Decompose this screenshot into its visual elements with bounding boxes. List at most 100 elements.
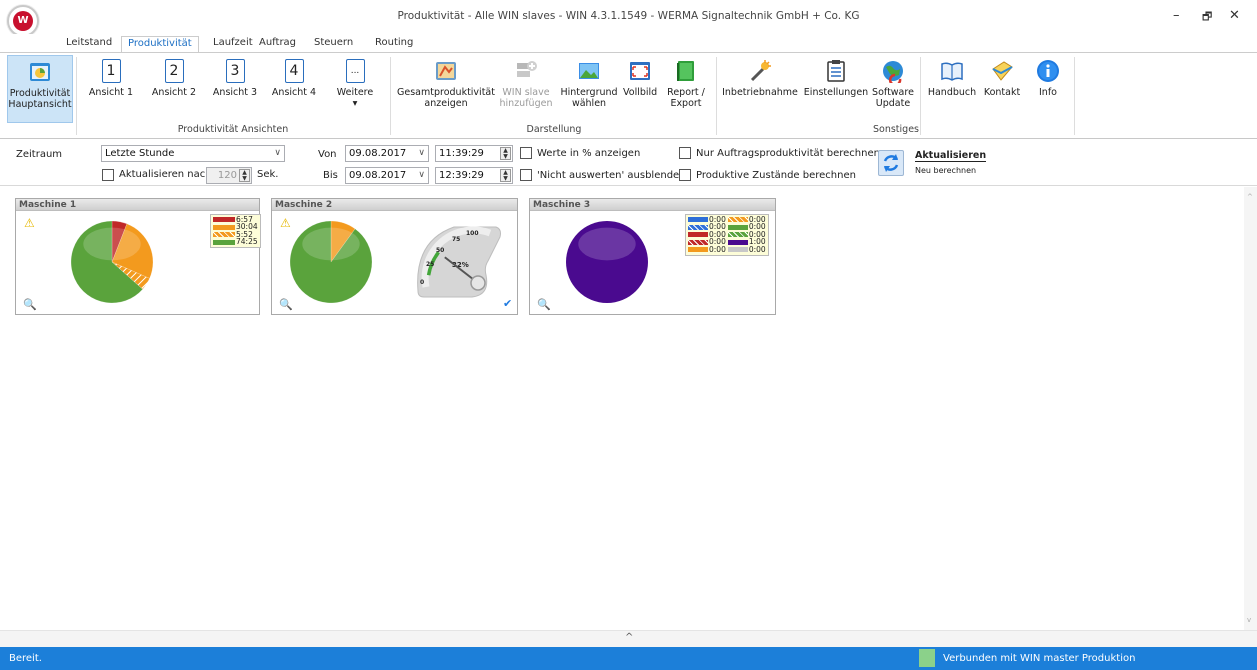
interval-spinner[interactable]: 120 ▲ ▼ bbox=[206, 167, 252, 184]
magic-wand-icon bbox=[750, 60, 771, 82]
nur-auftrag-checkbox[interactable] bbox=[679, 147, 691, 159]
separator bbox=[1074, 57, 1075, 135]
von-date-picker[interactable]: 09.08.2017 ∨ bbox=[345, 145, 429, 162]
sek-label: Sek. bbox=[257, 169, 279, 180]
legend-swatch bbox=[727, 217, 748, 223]
scroll-up-icon[interactable]: ^ bbox=[1247, 193, 1253, 201]
machine-panel-1[interactable]: Maschine 1 ⚠ 6:57 30:04 5:52 74:25 🔍 bbox=[15, 198, 261, 315]
pie-slices bbox=[289, 220, 373, 304]
tab-laufzeit[interactable]: Laufzeit bbox=[207, 36, 259, 52]
bis-label: Bis bbox=[323, 170, 338, 181]
gauge-tick: 75 bbox=[452, 236, 460, 243]
gesamtproduktivitaet-button[interactable]: Gesamtproduktivität anzeigen bbox=[396, 55, 496, 123]
legend-swatch bbox=[727, 224, 748, 230]
win-slave-hinzufuegen-button[interactable]: WIN slave hinzufügen bbox=[498, 55, 554, 123]
tab-routing[interactable]: Routing bbox=[369, 36, 419, 52]
machine-panel-3[interactable]: Maschine 3 0:00 0:00 0:00 0:00 0:00 0:00… bbox=[529, 198, 776, 315]
chevron-up-icon[interactable]: ^ bbox=[625, 632, 633, 643]
ansicht-3-button[interactable]: 3 Ansicht 3 bbox=[206, 55, 264, 123]
group-label-darstellung: Darstellung bbox=[526, 124, 582, 135]
weitere-ansichten-button[interactable]: ... Weitere ▾ bbox=[330, 55, 380, 123]
info-icon bbox=[1037, 60, 1059, 82]
main-view-icon bbox=[30, 63, 50, 81]
vertical-scrollbar[interactable]: ^ v bbox=[1244, 187, 1257, 630]
background-icon bbox=[579, 63, 599, 79]
machine-panel-2[interactable]: Maschine 2 ⚠ 0 25 50 75 100 32% 🔍 ✔ bbox=[271, 198, 518, 315]
legend-swatch bbox=[213, 239, 235, 245]
title-bar: W Produktivität - Alle WIN slaves - WIN … bbox=[0, 0, 1257, 37]
software-update-button[interactable]: Software Update bbox=[871, 55, 915, 123]
app-window: W Produktivität - Alle WIN slaves - WIN … bbox=[0, 0, 1257, 670]
connection-status: Verbunden mit WIN master Produktion bbox=[943, 653, 1136, 664]
pie-highlight bbox=[302, 227, 360, 261]
view-2-icon: 2 bbox=[164, 59, 184, 83]
pie-chart bbox=[289, 220, 373, 304]
spinner-arrows-icon[interactable]: ▲ ▼ bbox=[500, 169, 511, 182]
refresh-icon bbox=[883, 154, 899, 172]
tab-produktivitaet[interactable]: Produktivität bbox=[121, 36, 199, 52]
aktualisieren-checkbox[interactable] bbox=[102, 169, 114, 181]
report-export-button[interactable]: Report / Export bbox=[662, 55, 710, 123]
zeitraum-select[interactable]: Letzte Stunde ∨ bbox=[101, 145, 285, 162]
machine-title: Maschine 2 bbox=[272, 199, 517, 211]
werte-prozent-checkbox[interactable] bbox=[520, 147, 532, 159]
status-bar: Bereit. Verbunden mit WIN master Produkt… bbox=[0, 647, 1257, 670]
report-icon bbox=[677, 61, 694, 81]
magnifier-icon[interactable]: 🔍 bbox=[279, 298, 293, 311]
group-label-sonstiges: Sonstiges bbox=[872, 124, 919, 135]
ansicht-2-button[interactable]: 2 Ansicht 2 bbox=[145, 55, 203, 123]
restore-icon[interactable]: 🗗 bbox=[1202, 8, 1212, 27]
hintergrund-waehlen-button[interactable]: Hintergrund wählen bbox=[558, 55, 620, 123]
dropdown-arrow-icon: ▾ bbox=[352, 98, 358, 109]
gauge-tick: 50 bbox=[436, 247, 444, 254]
legend-swatch bbox=[688, 224, 708, 230]
separator bbox=[76, 57, 77, 135]
bis-date-picker[interactable]: 09.08.2017 ∨ bbox=[345, 167, 429, 184]
bis-time-spinner[interactable]: 12:39:29 ▲ ▼ bbox=[435, 167, 513, 184]
legend-value: 0:00 bbox=[709, 244, 726, 254]
vollbild-button[interactable]: Vollbild bbox=[623, 55, 657, 123]
collapse-bar[interactable]: ^ bbox=[0, 630, 1257, 647]
fullscreen-icon bbox=[630, 62, 650, 80]
gauge-tick: 25 bbox=[426, 261, 434, 268]
einstellungen-button[interactable]: Einstellungen bbox=[803, 55, 869, 123]
spinner-arrows-icon[interactable]: ▲ ▼ bbox=[239, 169, 250, 182]
tab-leitstand[interactable]: Leitstand bbox=[60, 36, 118, 52]
globe-update-icon bbox=[883, 61, 903, 83]
pie-highlight bbox=[83, 227, 141, 261]
magnifier-icon[interactable]: 🔍 bbox=[23, 298, 37, 311]
info-button[interactable]: Info bbox=[1028, 55, 1068, 123]
kontakt-button[interactable]: Kontakt bbox=[980, 55, 1024, 123]
spinner-arrows-icon[interactable]: ▲ ▼ bbox=[500, 147, 511, 160]
produktivitaet-hauptansicht-button[interactable]: Produktivität Hauptansicht bbox=[7, 55, 73, 123]
aktualisieren-title[interactable]: Aktualisieren bbox=[915, 150, 987, 162]
gauge-chart: 0 25 50 75 100 32% bbox=[417, 226, 501, 298]
produktive-zustaende-checkbox[interactable] bbox=[679, 169, 691, 181]
zeitraum-label: Zeitraum bbox=[16, 149, 63, 160]
chevron-down-icon: ∨ bbox=[418, 170, 425, 180]
tab-auftrag[interactable]: Auftrag bbox=[253, 36, 302, 52]
tab-steuern[interactable]: Steuern bbox=[308, 36, 359, 52]
more-views-icon: ... bbox=[345, 59, 365, 83]
warning-icon[interactable]: ⚠ bbox=[24, 216, 35, 230]
ansicht-1-button[interactable]: 1 Ansicht 1 bbox=[82, 55, 140, 123]
minimize-icon[interactable]: – bbox=[1173, 8, 1180, 23]
von-time-spinner[interactable]: 11:39:29 ▲ ▼ bbox=[435, 145, 513, 162]
nicht-auswerten-checkbox[interactable] bbox=[520, 169, 532, 181]
close-icon[interactable]: ✕ bbox=[1229, 8, 1240, 23]
legend-value: 74:25 bbox=[236, 237, 258, 247]
produktive-zustaende-label: Produktive Zustände berechnen bbox=[696, 170, 856, 181]
view-3-icon: 3 bbox=[225, 59, 245, 83]
pie-chart bbox=[566, 221, 648, 303]
chevron-down-icon[interactable]: ✔ bbox=[503, 297, 512, 310]
handbuch-button[interactable]: Handbuch bbox=[927, 55, 977, 123]
aktualisieren-button[interactable] bbox=[878, 150, 904, 176]
contact-envelope-icon bbox=[992, 61, 1013, 81]
ansicht-4-button[interactable]: 4 Ansicht 4 bbox=[265, 55, 323, 123]
inbetriebnahme-button[interactable]: Inbetriebnahme bbox=[720, 55, 800, 123]
legend-swatch bbox=[727, 247, 748, 253]
pie-highlight bbox=[578, 227, 636, 261]
ribbon: Produktivität Hauptansicht 1 Ansicht 1 2 An… bbox=[0, 52, 1257, 139]
scroll-down-icon[interactable]: v bbox=[1247, 616, 1251, 624]
magnifier-icon[interactable]: 🔍 bbox=[537, 298, 551, 311]
